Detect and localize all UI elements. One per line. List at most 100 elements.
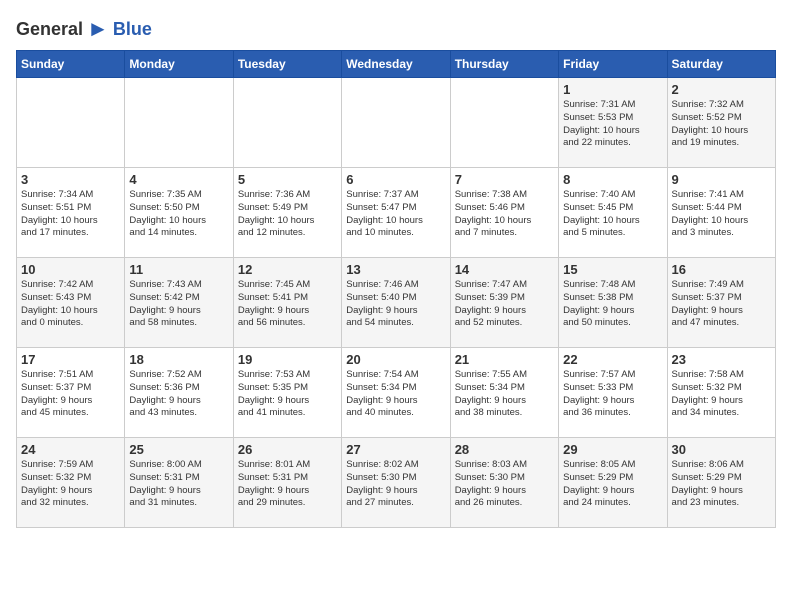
calendar-cell: 6 Sunrise: 7:37 AMSunset: 5:47 PMDaylight… [342, 168, 450, 258]
cell-info: Sunrise: 8:02 AMSunset: 5:30 PMDaylight:… [346, 459, 445, 510]
day-number: 13 [346, 262, 445, 277]
calendar-cell: 30 Sunrise: 8:06 AMSunset: 5:29 PMDayligh… [667, 438, 775, 528]
weekday-header-tuesday: Tuesday [233, 51, 341, 78]
day-number: 19 [238, 352, 337, 367]
day-number: 14 [455, 262, 554, 277]
logo: General ► Blue [16, 16, 152, 42]
day-number: 27 [346, 442, 445, 457]
cell-info: Sunrise: 7:54 AMSunset: 5:34 PMDaylight:… [346, 369, 445, 420]
cell-info: Sunrise: 7:40 AMSunset: 5:45 PMDaylight:… [563, 189, 662, 240]
calendar-cell: 18 Sunrise: 7:52 AMSunset: 5:36 PMDayligh… [125, 348, 233, 438]
calendar-cell: 4 Sunrise: 7:35 AMSunset: 5:50 PMDaylight… [125, 168, 233, 258]
day-number: 6 [346, 172, 445, 187]
calendar-cell: 17 Sunrise: 7:51 AMSunset: 5:37 PMDayligh… [17, 348, 125, 438]
cell-info: Sunrise: 7:57 AMSunset: 5:33 PMDaylight:… [563, 369, 662, 420]
cell-info: Sunrise: 8:06 AMSunset: 5:29 PMDaylight:… [672, 459, 771, 510]
cell-info: Sunrise: 7:59 AMSunset: 5:32 PMDaylight:… [21, 459, 120, 510]
day-number: 28 [455, 442, 554, 457]
weekday-header-thursday: Thursday [450, 51, 558, 78]
day-number: 22 [563, 352, 662, 367]
calendar-cell: 29 Sunrise: 8:05 AMSunset: 5:29 PMDayligh… [559, 438, 667, 528]
day-number: 7 [455, 172, 554, 187]
calendar-cell: 3 Sunrise: 7:34 AMSunset: 5:51 PMDaylight… [17, 168, 125, 258]
cell-info: Sunrise: 8:05 AMSunset: 5:29 PMDaylight:… [563, 459, 662, 510]
calendar-cell [125, 78, 233, 168]
cell-info: Sunrise: 7:37 AMSunset: 5:47 PMDaylight:… [346, 189, 445, 240]
week-row-3: 10Sunrise: 7:42 AMSunset: 5:43 PMDayligh… [17, 258, 776, 348]
day-number: 12 [238, 262, 337, 277]
day-number: 24 [21, 442, 120, 457]
cell-info: Sunrise: 7:45 AMSunset: 5:41 PMDaylight:… [238, 279, 337, 330]
day-number: 15 [563, 262, 662, 277]
cell-info: Sunrise: 7:38 AMSunset: 5:46 PMDaylight:… [455, 189, 554, 240]
day-number: 20 [346, 352, 445, 367]
day-number: 23 [672, 352, 771, 367]
week-row-4: 17 Sunrise: 7:51 AMSunset: 5:37 PMDayligh… [17, 348, 776, 438]
calendar-cell: 21 Sunrise: 7:55 AMSunset: 5:34 PMDayligh… [450, 348, 558, 438]
calendar-cell: 8 Sunrise: 7:40 AMSunset: 5:45 PMDaylight… [559, 168, 667, 258]
calendar-cell: 28 Sunrise: 8:03 AMSunset: 5:30 PMDayligh… [450, 438, 558, 528]
cell-info: Sunrise: 7:31 AMSunset: 5:53 PMDaylight:… [563, 99, 662, 150]
logo-blue-text: Blue [113, 19, 152, 40]
day-number: 17 [21, 352, 120, 367]
week-row-2: 3 Sunrise: 7:34 AMSunset: 5:51 PMDaylight… [17, 168, 776, 258]
cell-info: Sunrise: 8:00 AMSunset: 5:31 PMDaylight:… [129, 459, 228, 510]
calendar-cell: 1 Sunrise: 7:31 AMSunset: 5:53 PMDaylight… [559, 78, 667, 168]
calendar-cell: 10Sunrise: 7:42 AMSunset: 5:43 PMDayligh… [17, 258, 125, 348]
calendar-cell: 16 Sunrise: 7:49 AMSunset: 5:37 PMDayligh… [667, 258, 775, 348]
calendar-cell: 23 Sunrise: 7:58 AMSunset: 5:32 PMDayligh… [667, 348, 775, 438]
calendar-cell: 24 Sunrise: 7:59 AMSunset: 5:32 PMDayligh… [17, 438, 125, 528]
day-number: 18 [129, 352, 228, 367]
calendar-cell: 14Sunrise: 7:47 AMSunset: 5:39 PMDayligh… [450, 258, 558, 348]
logo-general-text: General [16, 19, 83, 40]
cell-info: Sunrise: 7:53 AMSunset: 5:35 PMDaylight:… [238, 369, 337, 420]
week-row-1: 1 Sunrise: 7:31 AMSunset: 5:53 PMDaylight… [17, 78, 776, 168]
day-number: 30 [672, 442, 771, 457]
calendar-cell: 27 Sunrise: 8:02 AMSunset: 5:30 PMDayligh… [342, 438, 450, 528]
week-row-5: 24 Sunrise: 7:59 AMSunset: 5:32 PMDayligh… [17, 438, 776, 528]
cell-info: Sunrise: 7:43 AMSunset: 5:42 PMDaylight:… [129, 279, 228, 330]
day-number: 8 [563, 172, 662, 187]
weekday-header-saturday: Saturday [667, 51, 775, 78]
calendar-cell: 11Sunrise: 7:43 AMSunset: 5:42 PMDayligh… [125, 258, 233, 348]
weekday-header-wednesday: Wednesday [342, 51, 450, 78]
calendar-cell: 15Sunrise: 7:48 AMSunset: 5:38 PMDayligh… [559, 258, 667, 348]
calendar-cell [233, 78, 341, 168]
day-number: 4 [129, 172, 228, 187]
calendar-cell: 20 Sunrise: 7:54 AMSunset: 5:34 PMDayligh… [342, 348, 450, 438]
day-number: 16 [672, 262, 771, 277]
day-number: 9 [672, 172, 771, 187]
cell-info: Sunrise: 7:52 AMSunset: 5:36 PMDaylight:… [129, 369, 228, 420]
day-number: 29 [563, 442, 662, 457]
calendar-cell [450, 78, 558, 168]
cell-info: Sunrise: 7:35 AMSunset: 5:50 PMDaylight:… [129, 189, 228, 240]
calendar-cell: 19 Sunrise: 7:53 AMSunset: 5:35 PMDayligh… [233, 348, 341, 438]
calendar-cell: 9Sunrise: 7:41 AMSunset: 5:44 PMDaylight… [667, 168, 775, 258]
day-number: 25 [129, 442, 228, 457]
day-number: 3 [21, 172, 120, 187]
cell-info: Sunrise: 7:51 AMSunset: 5:37 PMDaylight:… [21, 369, 120, 420]
calendar-cell [17, 78, 125, 168]
cell-info: Sunrise: 7:46 AMSunset: 5:40 PMDaylight:… [346, 279, 445, 330]
page-header: General ► Blue [16, 16, 776, 42]
weekday-header-row: SundayMondayTuesdayWednesdayThursdayFrid… [17, 51, 776, 78]
day-number: 21 [455, 352, 554, 367]
calendar-cell: 5Sunrise: 7:36 AMSunset: 5:49 PMDaylight… [233, 168, 341, 258]
cell-info: Sunrise: 7:58 AMSunset: 5:32 PMDaylight:… [672, 369, 771, 420]
calendar-cell: 7 Sunrise: 7:38 AMSunset: 5:46 PMDaylight… [450, 168, 558, 258]
cell-info: Sunrise: 8:03 AMSunset: 5:30 PMDaylight:… [455, 459, 554, 510]
logo-icon: ► [87, 16, 109, 42]
day-number: 10 [21, 262, 120, 277]
weekday-header-sunday: Sunday [17, 51, 125, 78]
cell-info: Sunrise: 7:36 AMSunset: 5:49 PMDaylight:… [238, 189, 337, 240]
cell-info: Sunrise: 7:49 AMSunset: 5:37 PMDaylight:… [672, 279, 771, 330]
calendar-cell [342, 78, 450, 168]
day-number: 1 [563, 82, 662, 97]
weekday-header-monday: Monday [125, 51, 233, 78]
weekday-header-friday: Friday [559, 51, 667, 78]
day-number: 2 [672, 82, 771, 97]
cell-info: Sunrise: 7:55 AMSunset: 5:34 PMDaylight:… [455, 369, 554, 420]
cell-info: Sunrise: 7:32 AMSunset: 5:52 PMDaylight:… [672, 99, 771, 150]
cell-info: Sunrise: 7:34 AMSunset: 5:51 PMDaylight:… [21, 189, 120, 240]
cell-info: Sunrise: 8:01 AMSunset: 5:31 PMDaylight:… [238, 459, 337, 510]
